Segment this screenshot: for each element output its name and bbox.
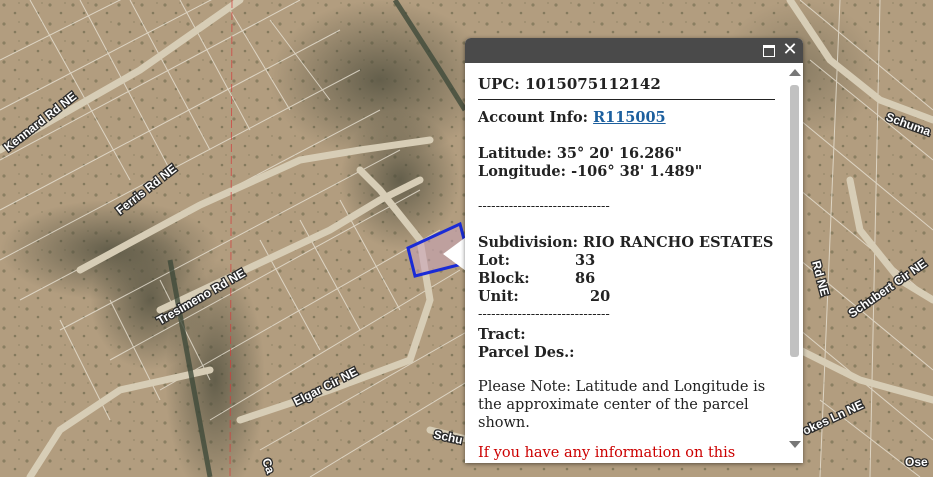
parcel-des-label: Parcel Des.:: [478, 344, 575, 361]
lot-value: 33: [575, 252, 596, 269]
popup-content: UPC: 1015075112142 Account Info: R115005…: [465, 63, 786, 463]
lot-label: Lot:: [478, 252, 510, 269]
subdivision-label: Subdivision:: [478, 234, 578, 251]
popup-pointer: [443, 237, 466, 271]
note-text: Please Note: Latitude and Longitude is t…: [478, 379, 766, 431]
maximize-icon[interactable]: [761, 42, 777, 58]
unit-label: Unit:: [478, 288, 519, 305]
block-label: Block:: [478, 270, 530, 287]
divider: ------------------------------: [478, 307, 610, 322]
scroll-thumb[interactable]: [790, 85, 799, 357]
latitude-value: 35° 20' 16.286": [556, 145, 683, 162]
scroll-up-icon[interactable]: [789, 69, 801, 76]
tract-label: Tract:: [478, 326, 526, 343]
notice-text: If you have any information on this: [478, 445, 736, 461]
scroll-down-icon[interactable]: [789, 441, 801, 448]
popup-titlebar: ✕: [465, 38, 803, 63]
account-label: Account Info:: [478, 109, 588, 126]
latitude-label: Latitude:: [478, 145, 552, 162]
block-row: Block: 86: [478, 270, 786, 288]
unit-row: Unit: 20: [478, 288, 786, 306]
upc-heading: UPC: 1015075112142: [478, 75, 775, 100]
account-link[interactable]: R115005: [593, 109, 666, 126]
lot-row: Lot: 33: [478, 252, 786, 270]
subdivision-value: RIO RANCHO ESTATES: [583, 234, 774, 251]
longitude-value: -106° 38' 1.489": [571, 163, 703, 180]
block-value: 86: [575, 270, 596, 287]
scrollbar[interactable]: [786, 63, 803, 463]
divider: ------------------------------: [478, 199, 610, 214]
unit-value: 20: [590, 288, 611, 305]
upc-value: 1015075112142: [525, 75, 661, 93]
longitude-label: Longitude:: [478, 163, 567, 180]
parcel-info-popup: ✕ UPC: 1015075112142 Account Info: R1150…: [465, 38, 803, 463]
close-icon[interactable]: ✕: [782, 41, 798, 59]
upc-label: UPC:: [478, 75, 520, 93]
road-label: Ose: [905, 455, 928, 469]
